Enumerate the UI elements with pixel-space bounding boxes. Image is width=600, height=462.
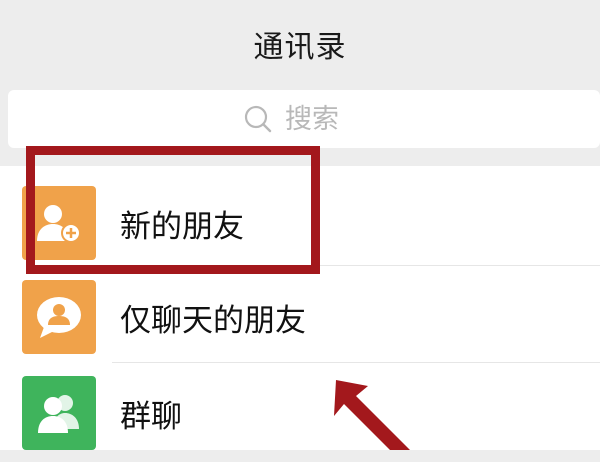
search-inner	[243, 103, 365, 135]
group-chat-icon	[22, 376, 96, 450]
list-item-chat-only-friends[interactable]: 仅聊天的朋友	[0, 268, 600, 366]
search-bar[interactable]	[8, 90, 600, 148]
list-item-label: 仅聊天的朋友	[120, 302, 306, 339]
list-item-label: 群聊	[120, 398, 182, 435]
search-icon	[244, 105, 272, 133]
highlight-box	[26, 146, 320, 274]
search-input[interactable]	[285, 103, 365, 135]
top-bar: 通讯录	[0, 0, 600, 88]
page-title: 通讯录	[253, 30, 347, 65]
pointer-arrow-icon	[334, 380, 410, 450]
chat-only-friend-icon	[22, 280, 96, 354]
